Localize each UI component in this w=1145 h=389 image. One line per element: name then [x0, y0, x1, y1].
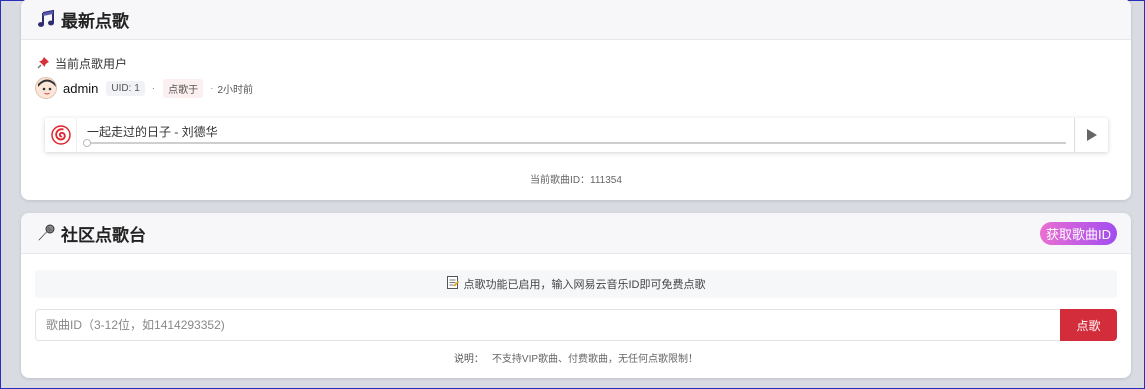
current-user-section: 当前点歌用户 — [37, 55, 127, 72]
latest-request-header: 最新点歌 — [21, 0, 1131, 40]
play-icon — [1086, 129, 1097, 141]
netease-music-icon — [45, 118, 77, 152]
play-button[interactable] — [1074, 118, 1108, 152]
community-request-card: 社区点歌台 获取歌曲ID 点歌功能已启用，输入网易云音乐ID即可免费点歌 点歌 … — [21, 213, 1131, 378]
requested-at-badge: 点歌于 — [163, 78, 204, 98]
pushpin-icon — [37, 56, 50, 72]
music-player: 一起走过的日子 - 刘德华 — [45, 118, 1108, 152]
notice-banner: 点歌功能已启用，输入网易云音乐ID即可免费点歌 — [35, 270, 1117, 298]
current-user-label: 当前点歌用户 — [55, 57, 128, 71]
player-body: 一起走过的日子 - 刘德华 — [77, 118, 1074, 152]
current-song-id: 当前歌曲ID：111354 — [530, 175, 622, 186]
notice-text: 点歌功能已启用，输入网易云音乐ID即可免费点歌 — [463, 279, 706, 291]
memo-icon — [446, 276, 459, 292]
separator-dot: · — [151, 82, 156, 94]
footnote-label: 说明： — [453, 354, 484, 365]
progress-handle[interactable] — [83, 139, 91, 147]
username[interactable]: admin — [63, 81, 98, 96]
separator-dot: · — [210, 82, 214, 94]
latest-request-title: 最新点歌 — [61, 11, 129, 31]
request-time: 2小时前 — [217, 84, 254, 96]
music-note-icon — [37, 9, 55, 28]
latest-request-card: 最新点歌 当前点歌用户 admin UID: 1 · 点歌于 · 2小时前 一起… — [21, 0, 1131, 200]
user-info-row: admin UID: 1 · 点歌于 · 2小时前 — [35, 77, 253, 99]
avatar[interactable] — [35, 77, 57, 99]
progress-bar[interactable] — [87, 142, 1066, 144]
get-song-id-button[interactable]: 获取歌曲ID — [1039, 222, 1117, 245]
footnote: 说明： 不支持VIP歌曲、付费歌曲，无任何点歌限制！ — [21, 350, 1131, 365]
community-request-header: 社区点歌台 获取歌曲ID — [21, 213, 1131, 254]
request-form: 点歌 — [35, 309, 1117, 341]
song-id-input[interactable] — [35, 309, 1060, 341]
order-song-button[interactable]: 点歌 — [1060, 309, 1117, 341]
uid-badge: UID: 1 — [106, 80, 145, 96]
microphone-icon — [37, 224, 55, 242]
community-request-title: 社区点歌台 — [61, 225, 146, 245]
song-title: 一起走过的日子 - 刘德华 — [87, 125, 218, 139]
footnote-text: 不支持VIP歌曲、付费歌曲，无任何点歌限制！ — [491, 354, 699, 365]
